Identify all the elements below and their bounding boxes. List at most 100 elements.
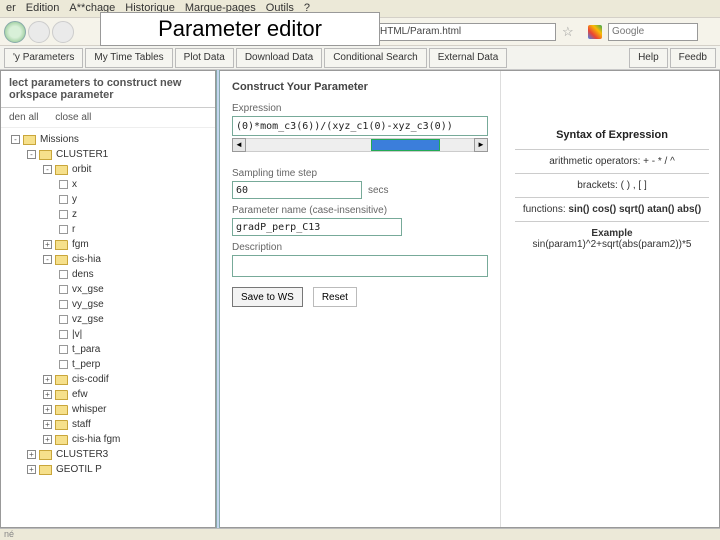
parameter-tree-panel: lect parameters to construct new orkspac… bbox=[0, 70, 216, 528]
folder-open-icon bbox=[39, 150, 52, 160]
tree-node[interactable]: vz_gse bbox=[7, 312, 209, 327]
description-input[interactable] bbox=[232, 255, 488, 277]
reset-button[interactable]: Reset bbox=[313, 287, 357, 307]
paramname-label: Parameter name (case-insensitive) bbox=[232, 205, 488, 216]
expand-toggle-icon[interactable]: + bbox=[43, 390, 52, 399]
expand-toggle-icon[interactable]: - bbox=[43, 165, 52, 174]
tree-node[interactable]: - orbit bbox=[7, 162, 209, 177]
tree-node[interactable]: +whisper bbox=[7, 402, 209, 417]
tree-node[interactable]: + efw bbox=[7, 387, 209, 402]
parameter-form: Construct Your Parameter Expression ◄ ► … bbox=[220, 71, 500, 527]
tree-node[interactable]: dens bbox=[7, 267, 209, 282]
expand-toggle-icon[interactable]: - bbox=[43, 255, 52, 264]
syntax-functions: functions: sin() cos() sqrt() atan() abs… bbox=[515, 197, 709, 221]
tree-node[interactable]: y bbox=[7, 192, 209, 207]
folder-icon bbox=[55, 240, 68, 250]
reload-button[interactable] bbox=[52, 21, 74, 43]
paramname-input[interactable] bbox=[232, 218, 402, 236]
menu-item[interactable]: er bbox=[6, 2, 16, 15]
tree-node[interactable]: r bbox=[7, 222, 209, 237]
tree-node[interactable]: +CLUSTER3 bbox=[7, 447, 209, 462]
tab-my-parameters[interactable]: 'y Parameters bbox=[4, 48, 83, 68]
tree-node[interactable]: x bbox=[7, 177, 209, 192]
timestep-input[interactable] bbox=[232, 181, 362, 199]
parameter-tree[interactable]: -Missions-CLUSTER1-orbitxyzr+fgm-cis-hia… bbox=[1, 128, 215, 527]
expand-toggle-icon[interactable]: + bbox=[43, 420, 52, 429]
description-label: Description bbox=[232, 242, 488, 253]
tree-node[interactable]: + cis-hia fgm bbox=[7, 432, 209, 447]
tree-node[interactable]: vy_gse bbox=[7, 297, 209, 312]
tab-external-data[interactable]: External Data bbox=[429, 48, 508, 68]
tree-node-label: staff bbox=[72, 417, 91, 432]
open-all-link[interactable]: den all bbox=[9, 112, 38, 123]
tab-download-data[interactable]: Download Data bbox=[236, 48, 322, 68]
work-area: lect parameters to construct new orkspac… bbox=[0, 70, 720, 528]
folder-icon bbox=[55, 420, 68, 430]
tree-node[interactable]: t_para bbox=[7, 342, 209, 357]
tree-node-label: efw bbox=[72, 387, 88, 402]
folder-icon bbox=[55, 375, 68, 385]
tree-node-label: t_para bbox=[72, 342, 100, 357]
tree-controls: den all close all bbox=[1, 108, 215, 128]
tree-node-label: vz_gse bbox=[72, 312, 104, 327]
leaf-icon bbox=[59, 225, 68, 234]
tree-node[interactable]: + staff bbox=[7, 417, 209, 432]
expression-scrollbar[interactable]: ◄ ► bbox=[232, 138, 488, 152]
leaf-icon bbox=[59, 360, 68, 369]
expand-toggle-icon[interactable]: + bbox=[43, 375, 52, 384]
app-toolbar: 'y Parameters My Time Tables Plot Data D… bbox=[0, 46, 720, 70]
menu-item[interactable]: Edition bbox=[26, 2, 60, 15]
folder-icon bbox=[55, 255, 68, 265]
tree-node[interactable]: t_perp bbox=[7, 357, 209, 372]
tree-node-label: cis-codif bbox=[72, 372, 109, 387]
bookmark-star-icon[interactable]: ☆ bbox=[562, 24, 578, 40]
tree-node[interactable]: + cis-codif bbox=[7, 372, 209, 387]
folder-icon bbox=[55, 390, 68, 400]
save-button[interactable]: Save to WS bbox=[232, 287, 303, 307]
close-all-link[interactable]: close all bbox=[55, 112, 91, 123]
folder-open-icon bbox=[23, 135, 36, 145]
url-input[interactable] bbox=[376, 23, 556, 41]
expand-toggle-icon[interactable]: + bbox=[43, 435, 52, 444]
leaf-icon bbox=[59, 195, 68, 204]
tree-node[interactable]: vx_gse bbox=[7, 282, 209, 297]
syntax-example: Example sin(param1)^2+sqrt(abs(param2))*… bbox=[515, 221, 709, 256]
syntax-operators: arithmetic operators: + - * / ^ bbox=[515, 149, 709, 173]
tree-node[interactable]: +GEOTIL P bbox=[7, 462, 209, 477]
scroll-left-icon[interactable]: ◄ bbox=[232, 138, 246, 152]
tree-node[interactable]: -cis-hia bbox=[7, 252, 209, 267]
tree-node-label: r bbox=[72, 222, 75, 237]
tree-node[interactable]: -Missions bbox=[7, 132, 209, 147]
tree-node[interactable]: z bbox=[7, 207, 209, 222]
expand-toggle-icon[interactable]: - bbox=[11, 135, 20, 144]
leaf-icon bbox=[59, 330, 68, 339]
tree-node-label: orbit bbox=[72, 162, 91, 177]
tree-node[interactable]: |v| bbox=[7, 327, 209, 342]
back-button[interactable] bbox=[4, 21, 26, 43]
tree-node-label: dens bbox=[72, 267, 94, 282]
expand-toggle-icon[interactable]: + bbox=[27, 465, 36, 474]
tab-conditional-search[interactable]: Conditional Search bbox=[324, 48, 427, 68]
expand-toggle-icon[interactable]: + bbox=[43, 240, 52, 249]
expand-toggle-icon[interactable]: - bbox=[27, 150, 36, 159]
tree-node[interactable]: -CLUSTER1 bbox=[7, 147, 209, 162]
feedback-button[interactable]: Feedb bbox=[670, 48, 716, 68]
tab-plot-data[interactable]: Plot Data bbox=[175, 48, 234, 68]
expand-toggle-icon[interactable]: + bbox=[43, 405, 52, 414]
leaf-icon bbox=[59, 285, 68, 294]
search-input[interactable] bbox=[608, 23, 698, 41]
tab-my-time-tables[interactable]: My Time Tables bbox=[85, 48, 172, 68]
syntax-brackets: brackets: ( ) , [ ] bbox=[515, 173, 709, 197]
help-button[interactable]: Help bbox=[629, 48, 668, 68]
tree-node[interactable]: +fgm bbox=[7, 237, 209, 252]
scroll-right-icon[interactable]: ► bbox=[474, 138, 488, 152]
scroll-thumb[interactable] bbox=[371, 139, 439, 151]
leaf-icon bbox=[59, 270, 68, 279]
expression-input[interactable] bbox=[232, 116, 488, 136]
status-bar: né bbox=[0, 528, 720, 540]
expand-toggle-icon[interactable]: + bbox=[27, 450, 36, 459]
scroll-track[interactable] bbox=[246, 138, 474, 152]
tree-node-label: cis-hia fgm bbox=[72, 432, 120, 447]
forward-button[interactable] bbox=[28, 21, 50, 43]
leaf-icon bbox=[59, 300, 68, 309]
